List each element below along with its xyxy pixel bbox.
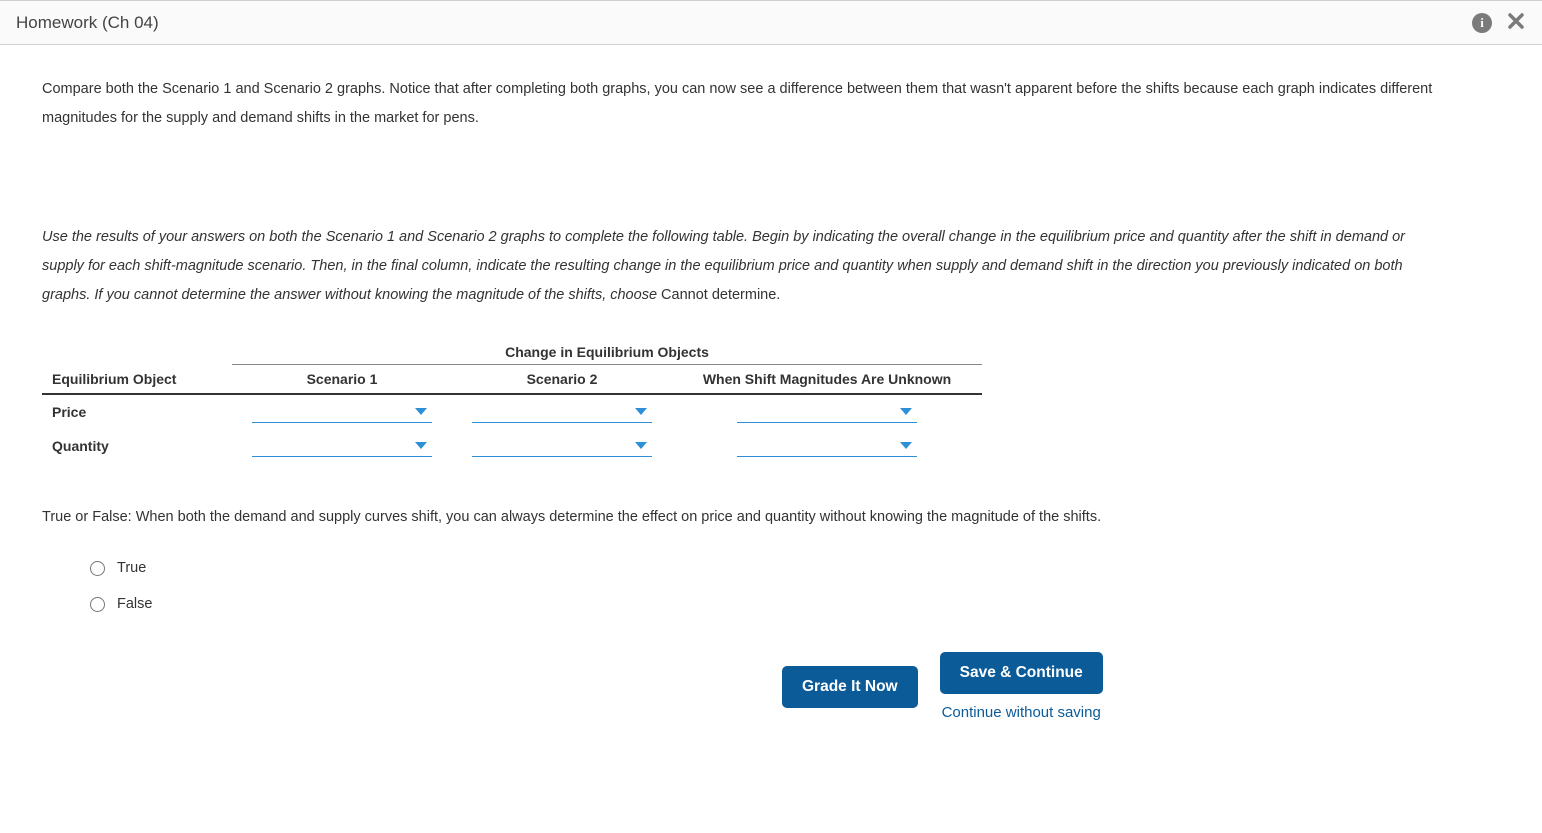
table-row: Quantity: [42, 429, 982, 463]
page-title: Homework (Ch 04): [16, 13, 159, 33]
dropdown-price-s2[interactable]: [472, 401, 652, 423]
radio-true-label: True: [117, 560, 146, 576]
radio-true-input[interactable]: [90, 561, 105, 576]
dropdown-price-unknown[interactable]: [737, 401, 917, 423]
continue-without-saving-link[interactable]: Continue without saving: [940, 704, 1103, 721]
radio-false-input[interactable]: [90, 597, 105, 612]
col-header-scenario2: Scenario 2: [452, 365, 672, 395]
answer-table: Change in Equilibrium Objects Equilibriu…: [42, 338, 1438, 463]
true-false-question: True or False: When both the demand and …: [42, 503, 1438, 532]
chevron-down-icon: [414, 441, 428, 451]
chevron-down-icon: [899, 407, 913, 417]
header-bar: Homework (Ch 04) i: [0, 0, 1542, 45]
table-row: Price: [42, 394, 982, 429]
radio-option-true[interactable]: True: [90, 560, 1438, 576]
button-row: Grade It Now Save & Continue Continue wi…: [782, 652, 1438, 721]
instruction-normal: Cannot determine.: [661, 287, 780, 303]
col-header-scenario1: Scenario 1: [232, 365, 452, 395]
dropdown-qty-s1[interactable]: [252, 435, 432, 457]
intro-paragraph: Compare both the Scenario 1 and Scenario…: [42, 75, 1438, 133]
dropdown-price-s1[interactable]: [252, 401, 432, 423]
close-icon[interactable]: [1506, 11, 1526, 34]
radio-option-false[interactable]: False: [90, 596, 1438, 612]
radio-false-label: False: [117, 596, 152, 612]
chevron-down-icon: [634, 407, 648, 417]
dropdown-qty-unknown[interactable]: [737, 435, 917, 457]
content-area: Compare both the Scenario 1 and Scenario…: [0, 45, 1480, 751]
table-super-header: Change in Equilibrium Objects: [232, 338, 982, 365]
row-label-price: Price: [42, 394, 232, 429]
instruction-paragraph: Use the results of your answers on both …: [42, 223, 1438, 310]
grade-it-now-button[interactable]: Grade It Now: [782, 666, 918, 708]
col-header-object: Equilibrium Object: [42, 365, 232, 395]
chevron-down-icon: [634, 441, 648, 451]
chevron-down-icon: [899, 441, 913, 451]
dropdown-qty-s2[interactable]: [472, 435, 652, 457]
info-icon[interactable]: i: [1472, 13, 1492, 33]
row-label-quantity: Quantity: [42, 429, 232, 463]
chevron-down-icon: [414, 407, 428, 417]
save-continue-button[interactable]: Save & Continue: [940, 652, 1103, 694]
header-icons: i: [1472, 11, 1526, 34]
col-header-unknown: When Shift Magnitudes Are Unknown: [672, 365, 982, 395]
radio-group: True False: [90, 560, 1438, 612]
